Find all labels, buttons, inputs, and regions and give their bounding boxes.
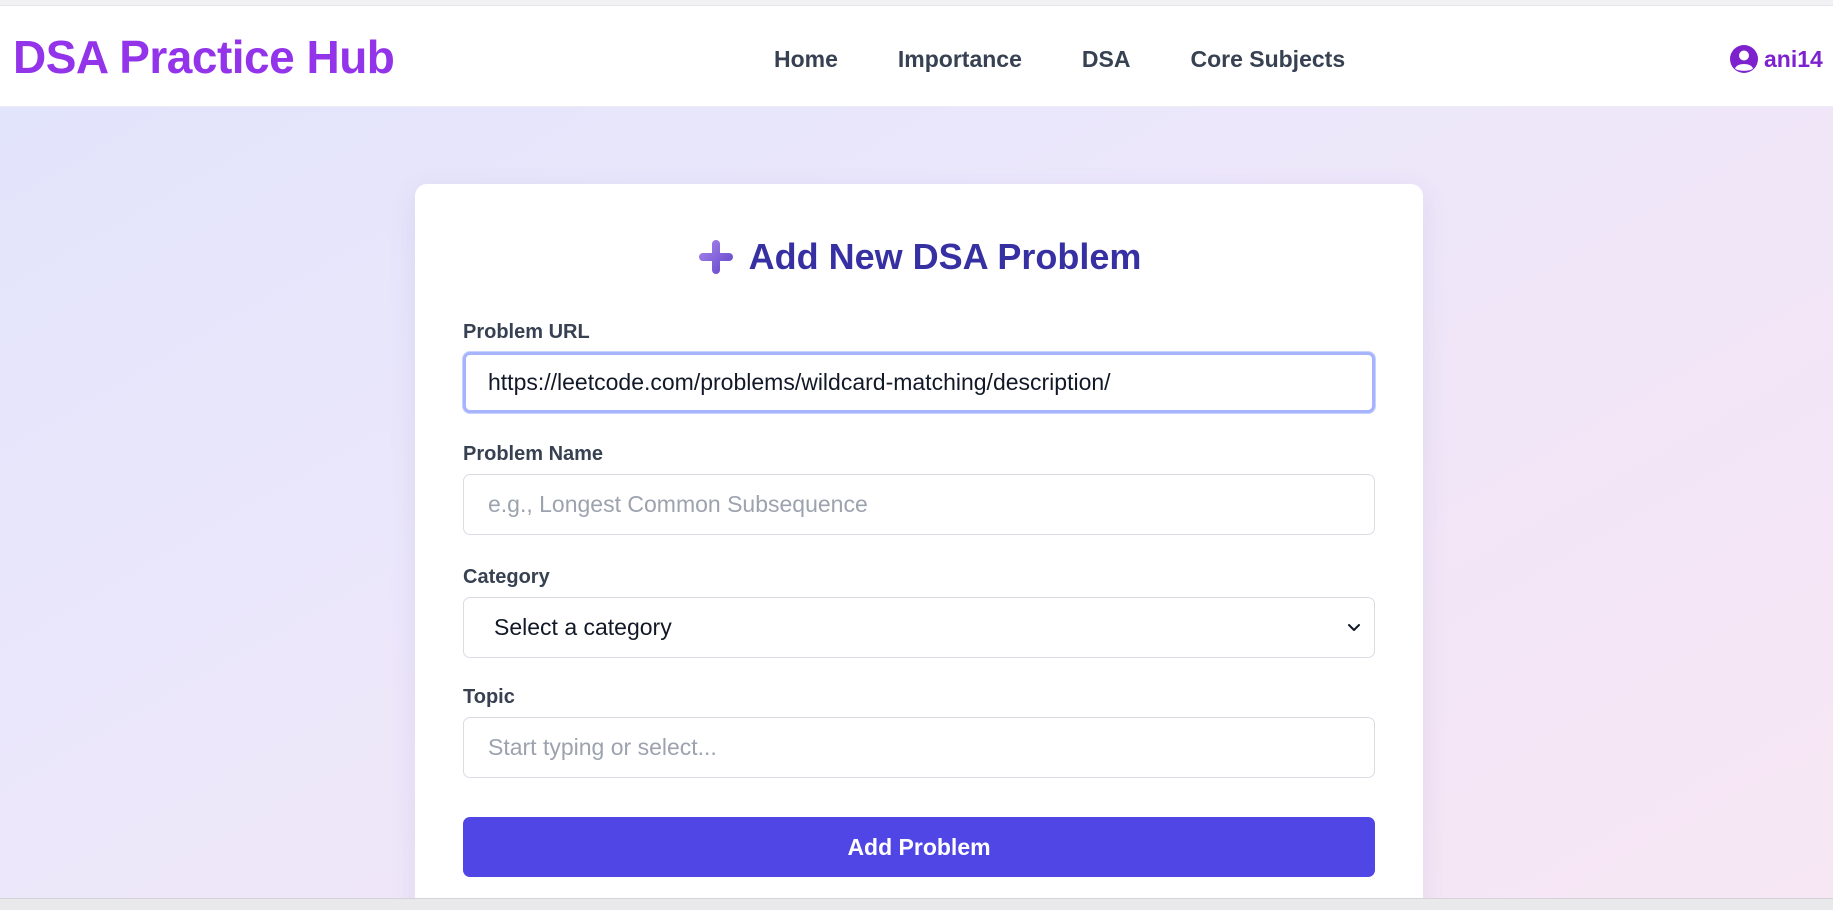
topic-field: Topic [463, 687, 1375, 778]
nav-link-importance[interactable]: Importance [898, 48, 1022, 71]
problem-url-input[interactable] [463, 352, 1375, 413]
nav-link-home[interactable]: Home [774, 48, 838, 71]
category-select[interactable]: Select a category [463, 597, 1375, 658]
chevron-down-icon [1348, 624, 1360, 631]
username: ani14 [1764, 45, 1823, 72]
plus-icon [697, 238, 735, 276]
problem-name-field: Problem Name [463, 444, 1375, 535]
browser-bottom-edge [0, 898, 1833, 910]
user-circle-icon [1729, 44, 1759, 74]
problem-name-label: Problem Name [463, 443, 604, 465]
topic-label: Topic [463, 686, 515, 708]
add-problem-button[interactable]: Add Problem [463, 817, 1375, 877]
nav-links: Home Importance DSA Core Subjects [774, 48, 1405, 71]
main-content: Add New DSA Problem Problem URL Problem … [0, 107, 1833, 898]
nav-link-dsa[interactable]: DSA [1082, 48, 1131, 71]
category-selected-value: Select a category [494, 614, 672, 640]
problem-name-input[interactable] [463, 474, 1375, 535]
card-title: Add New DSA Problem [415, 238, 1423, 276]
form-title: Add New DSA Problem [748, 236, 1142, 277]
user-menu[interactable]: ani14 [1729, 44, 1823, 74]
navbar: DSA Practice Hub Home Importance DSA Cor… [0, 6, 1833, 107]
nav-link-core-subjects[interactable]: Core Subjects [1190, 48, 1345, 71]
brand-logo[interactable]: DSA Practice Hub [13, 34, 395, 80]
problem-url-field: Problem URL [463, 322, 1375, 413]
category-field: Category Select a category [463, 567, 1375, 658]
add-problem-card: Add New DSA Problem Problem URL Problem … [415, 184, 1423, 898]
category-label: Category [463, 566, 550, 588]
problem-url-label: Problem URL [463, 321, 590, 343]
topic-input[interactable] [463, 717, 1375, 778]
